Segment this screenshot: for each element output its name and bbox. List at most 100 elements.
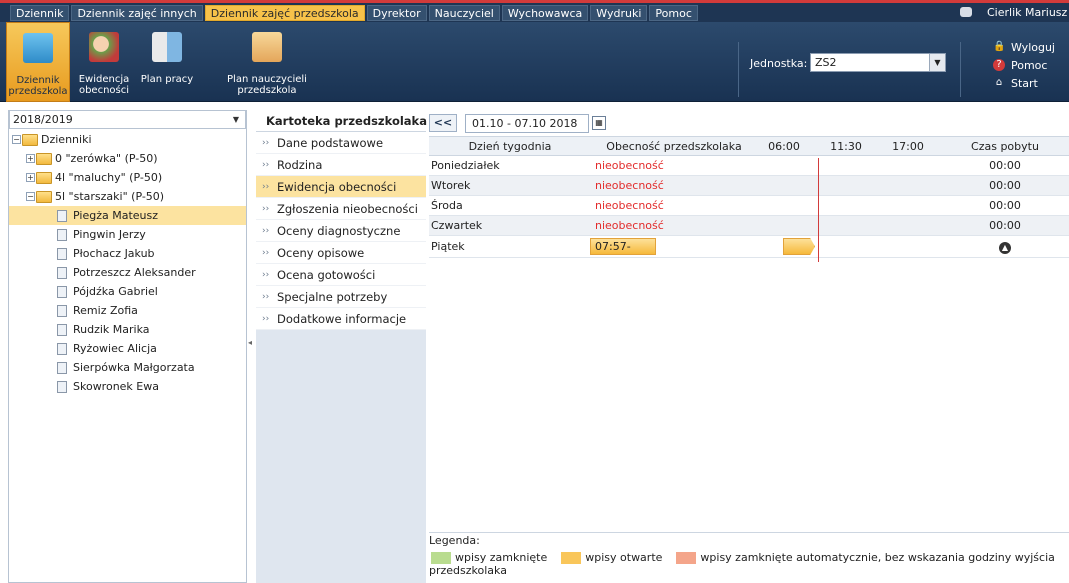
table-row[interactable]: Czwartek nieobecność 00:00 xyxy=(429,216,1069,236)
tree-group[interactable]: + 4l "maluchy" (P-50) xyxy=(9,168,246,187)
open-entry-bar[interactable]: 07:57- xyxy=(590,238,656,255)
menu-item-zgloszenia-nieobecnosci[interactable]: ›› Zgłoszenia nieobecności xyxy=(256,198,426,220)
tree-child[interactable]: Piegża Mateusz xyxy=(9,206,246,225)
expand-icon[interactable]: + xyxy=(26,154,35,163)
panel-collapse-handle[interactable]: ◂ xyxy=(248,338,254,358)
menu-item-specjalne-potrzeby[interactable]: ›› Specjalne potrzeby xyxy=(256,286,426,308)
teddy-bear-icon xyxy=(23,33,53,63)
row-day: Piątek xyxy=(431,240,465,253)
menu-item-label: Ewidencja obecności xyxy=(277,179,397,194)
expand-icon[interactable]: + xyxy=(26,173,35,182)
menu-item-oceny-opisowe[interactable]: ›› Oceny opisowe xyxy=(256,242,426,264)
menu-item-label: Dodatkowe informacje xyxy=(277,311,407,326)
chevron-down-icon[interactable]: ▼ xyxy=(229,112,243,127)
tree-child[interactable]: Ryżowiec Alicja xyxy=(9,339,246,358)
start-link[interactable]: ⌂ Start xyxy=(993,74,1055,92)
menu-item-rodzina[interactable]: ›› Rodzina xyxy=(256,154,426,176)
year-select[interactable]: 2018/2019 ▼ xyxy=(9,110,246,129)
user-name[interactable]: Cierlik Mariusz [M xyxy=(987,6,1069,19)
tree-child[interactable]: Płochacz Jakub xyxy=(9,244,246,263)
tree-child[interactable]: Skowronek Ewa xyxy=(9,377,246,396)
legend-row: wpisy zamknięte wpisy otwarte wpisy zamk… xyxy=(429,551,1069,564)
menu-item-ewidencja-obecnosci[interactable]: ›› Ewidencja obecności xyxy=(256,176,426,198)
chevron-right-icon: ›› xyxy=(262,159,270,170)
table-row[interactable]: Poniedziałek nieobecność 00:00 xyxy=(429,156,1069,176)
tree-child[interactable]: Rudzik Marika xyxy=(9,320,246,339)
tab-pomoc[interactable]: Pomoc xyxy=(649,4,698,21)
top-menu: Dziennik Dziennik zajęć innych Dziennik … xyxy=(0,0,1069,22)
button-label: Plan pracy xyxy=(140,74,194,85)
plan-pracy-button[interactable]: Plan pracy xyxy=(140,22,194,102)
menu-item-ocena-gotowosci[interactable]: ›› Ocena gotowości xyxy=(256,264,426,286)
folder-open-icon xyxy=(36,190,52,203)
chevron-right-icon: ›› xyxy=(262,313,270,324)
button-label: Plan nauczycieli xyxy=(227,74,307,85)
people-check-icon xyxy=(89,32,119,62)
row-day: Czwartek xyxy=(431,219,483,232)
menu-item-dodatkowe-informacje[interactable]: ›› Dodatkowe informacje xyxy=(256,308,426,330)
unit-label: Jednostka: xyxy=(750,57,808,70)
row-presence: nieobecność xyxy=(595,159,664,172)
menu-title-text: Kartoteka przedszkolaka xyxy=(266,113,427,128)
tab-dziennik-zajec-innych[interactable]: Dziennik zajęć innych xyxy=(71,4,203,21)
document-icon xyxy=(57,342,67,355)
tree-group[interactable]: + 0 "zerówka" (P-50) xyxy=(9,149,246,168)
row-timeline xyxy=(753,236,941,257)
row-day: Poniedziałek xyxy=(431,159,500,172)
tab-nauczyciel[interactable]: Nauczyciel xyxy=(428,4,500,21)
grid-header: Dzień tygodnia Obecność przedszkolaka 06… xyxy=(429,136,1069,156)
tab-dziennik[interactable]: Dziennik xyxy=(10,4,70,21)
tree-child[interactable]: Pójdźka Gabriel xyxy=(9,282,246,301)
document-icon xyxy=(57,380,67,393)
tab-wydruki[interactable]: Wydruki xyxy=(590,4,648,21)
chat-icon[interactable] xyxy=(960,7,972,17)
prev-week-button[interactable]: << xyxy=(429,114,457,132)
attendance-grid: Dzień tygodnia Obecność przedszkolaka 06… xyxy=(429,136,1069,533)
logout-link[interactable]: 🔒 Wyloguj xyxy=(993,38,1055,56)
calendar-icon[interactable]: ▦ xyxy=(592,116,606,130)
menu-item-label: Rodzina xyxy=(277,157,323,172)
collapse-icon[interactable]: − xyxy=(26,192,35,201)
tree-group[interactable]: − 5l "starszaki" (P-50) xyxy=(9,187,246,206)
tab-dyrektor[interactable]: Dyrektor xyxy=(366,4,427,21)
tree-child[interactable]: Potrzeszcz Aleksander xyxy=(9,263,246,282)
legend-title: Legenda: xyxy=(429,534,480,547)
legend-tail: przedszkolaka xyxy=(429,564,507,577)
col-time: Czas pobytu xyxy=(971,139,1039,153)
tree-child[interactable]: Pingwin Jerzy xyxy=(9,225,246,244)
document-icon xyxy=(57,285,67,298)
tree-child[interactable]: Remiz Zofia xyxy=(9,301,246,320)
side-links: 🔒 Wyloguj ? Pomoc ⌂ Start xyxy=(993,38,1055,92)
table-row[interactable]: Środa nieobecność 00:00 xyxy=(429,196,1069,216)
document-icon xyxy=(57,209,67,222)
menu-title: Kartoteka przedszkolaka xyxy=(256,110,427,132)
ewidencja-obecnosci-button[interactable]: Ewidencja obecności xyxy=(76,22,132,102)
col-day: Dzień tygodnia xyxy=(468,139,552,153)
open-entry-timeline-bar[interactable] xyxy=(783,238,815,255)
tree-label: Ryżowiec Alicja xyxy=(73,342,157,355)
menu-item-dane-podstawowe[interactable]: ›› Dane podstawowe xyxy=(256,132,426,154)
row-presence-cell: 07:57- xyxy=(589,236,753,257)
chevron-down-icon[interactable]: ▼ xyxy=(929,54,945,71)
row-day: Wtorek xyxy=(431,179,471,192)
tab-dziennik-zajec-przedszkola[interactable]: Dziennik zajęć przedszkola xyxy=(204,4,365,21)
legend-swatch-closed xyxy=(431,551,451,564)
row-presence: nieobecność xyxy=(595,179,664,192)
table-row[interactable]: Wtorek nieobecność 00:00 xyxy=(429,176,1069,196)
plan-nauczycieli-button[interactable]: Plan nauczycieli przedszkola xyxy=(222,22,312,102)
help-link[interactable]: ? Pomoc xyxy=(993,56,1055,74)
col-presence: Obecność przedszkolaka xyxy=(606,139,742,153)
current-time-line xyxy=(818,158,819,262)
date-range-field[interactable]: 01.10 - 07.10 2018 xyxy=(465,113,589,133)
menu-item-oceny-diagnostyczne[interactable]: ›› Oceny diagnostyczne xyxy=(256,220,426,242)
arrow-up-icon[interactable]: ▲ xyxy=(999,241,1011,254)
collapse-icon[interactable]: − xyxy=(12,135,21,144)
tree-root[interactable]: − Dzienniki xyxy=(9,130,246,149)
document-icon xyxy=(57,247,67,260)
dziennik-przedszkola-button[interactable]: Dziennik przedszkola xyxy=(6,22,70,102)
chevron-right-icon: ›› xyxy=(262,225,270,236)
tree-child[interactable]: Sierpówka Małgorzata xyxy=(9,358,246,377)
table-row[interactable]: Piątek 07:57- ▲ xyxy=(429,236,1069,258)
tab-wychowawca[interactable]: Wychowawca xyxy=(501,4,589,21)
unit-select[interactable]: ZS2 ▼ xyxy=(810,53,946,72)
